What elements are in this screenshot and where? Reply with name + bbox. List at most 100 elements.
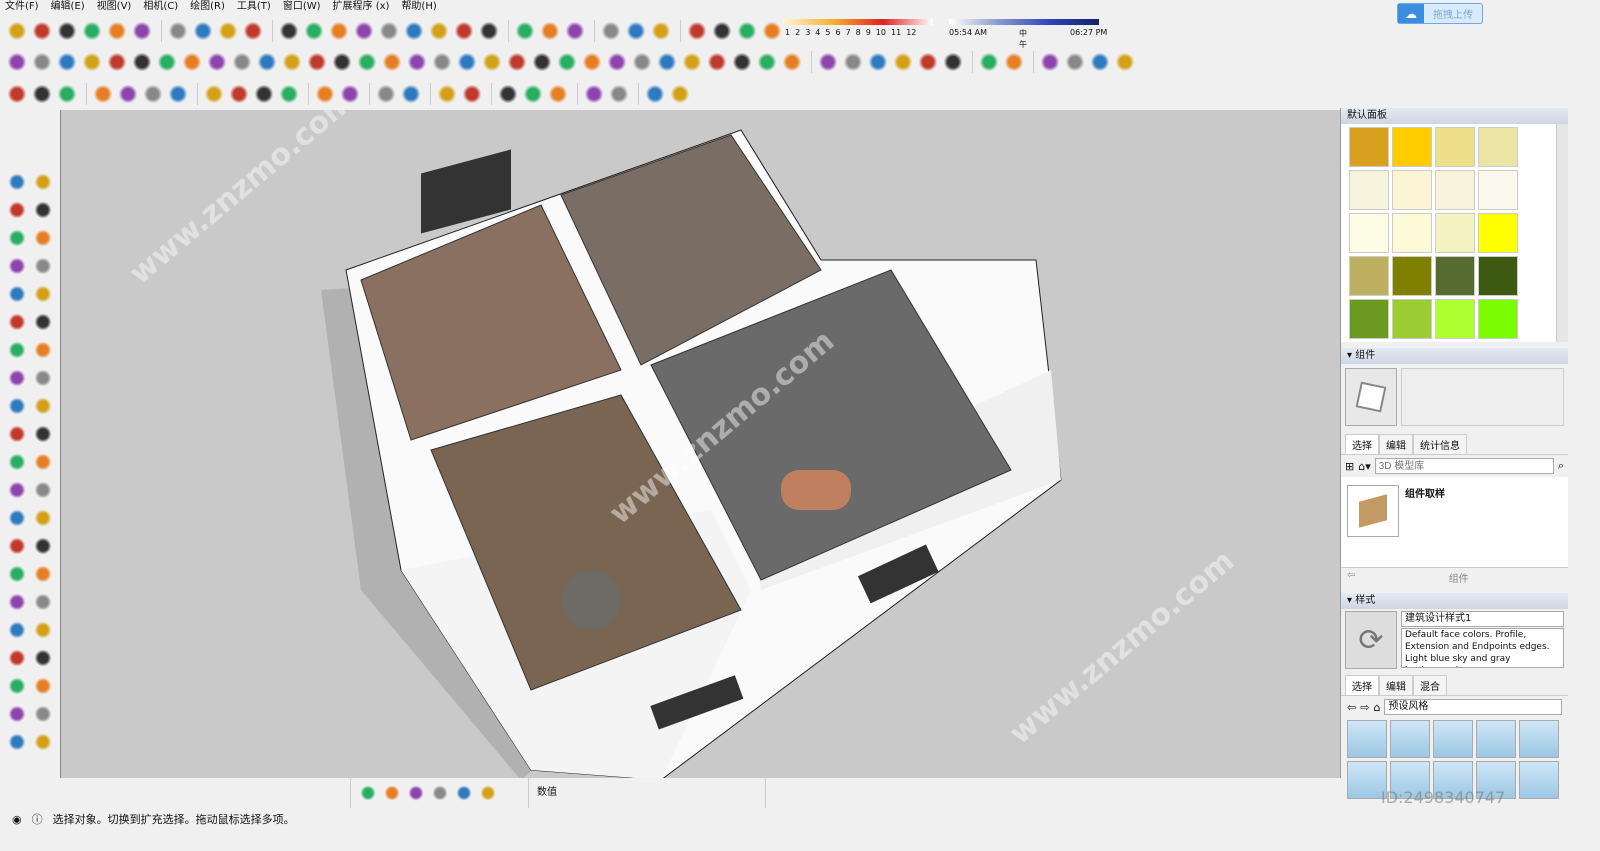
component-search-input[interactable] (1374, 458, 1554, 474)
tool-icon[interactable] (842, 51, 864, 73)
tool-icon[interactable] (383, 784, 401, 802)
tool-icon[interactable] (942, 51, 964, 73)
tab-edit[interactable]: 编辑 (1379, 675, 1413, 695)
tool-icon[interactable] (892, 51, 914, 73)
tool-icon[interactable] (478, 20, 500, 42)
color-swatch[interactable] (1435, 127, 1475, 167)
tool-icon[interactable] (522, 83, 544, 105)
color-swatch[interactable] (1435, 170, 1475, 210)
tool-icon[interactable] (106, 20, 128, 42)
tool-icon[interactable] (455, 784, 473, 802)
tool-icon[interactable] (428, 20, 450, 42)
style-description[interactable]: Default face colors. Profile, Extension … (1401, 628, 1564, 668)
color-swatch[interactable] (1392, 299, 1432, 339)
tool-icon[interactable] (756, 51, 778, 73)
tab-statistics[interactable]: 统计信息 (1413, 434, 1467, 454)
tool-icon[interactable] (353, 20, 375, 42)
tool-icon[interactable] (356, 51, 378, 73)
tool-icon[interactable] (33, 648, 53, 668)
menu-item[interactable]: 文件(F) (0, 0, 46, 14)
tool-icon[interactable] (7, 676, 27, 696)
tool-icon[interactable] (306, 51, 328, 73)
tool-icon[interactable] (117, 83, 139, 105)
tool-icon[interactable] (33, 564, 53, 584)
tool-icon[interactable] (56, 51, 78, 73)
style-thumbnail[interactable] (1519, 761, 1559, 799)
tool-icon[interactable] (7, 228, 27, 248)
tool-icon[interactable] (431, 51, 453, 73)
styles-panel-header[interactable]: ▾ 样式 (1341, 593, 1568, 609)
menu-item[interactable]: 扩展程序 (x) (328, 0, 397, 14)
materials-panel-title[interactable]: 默认面板 (1341, 108, 1568, 124)
tool-icon[interactable] (303, 20, 325, 42)
tool-icon[interactable] (375, 83, 397, 105)
color-swatch[interactable] (1349, 256, 1389, 296)
style-thumbnail[interactable] (1433, 720, 1473, 758)
tool-icon[interactable] (33, 228, 53, 248)
tool-icon[interactable] (314, 83, 336, 105)
tool-icon[interactable] (506, 51, 528, 73)
tool-icon[interactable] (33, 368, 53, 388)
tool-icon[interactable] (81, 20, 103, 42)
tool-icon[interactable] (7, 452, 27, 472)
tool-icon[interactable] (253, 83, 275, 105)
tool-icon[interactable] (407, 784, 425, 802)
tool-icon[interactable] (7, 284, 27, 304)
tool-icon[interactable] (403, 20, 425, 42)
tool-icon[interactable] (106, 51, 128, 73)
tool-icon[interactable] (6, 20, 28, 42)
tab-edit[interactable]: 编辑 (1379, 434, 1413, 454)
upload-button[interactable]: ☁ 拖拽上传 (1397, 3, 1483, 24)
tool-icon[interactable] (7, 200, 27, 220)
tool-icon[interactable] (681, 51, 703, 73)
tool-icon[interactable] (33, 284, 53, 304)
tool-icon[interactable] (556, 51, 578, 73)
tool-icon[interactable] (7, 592, 27, 612)
geo-icon[interactable]: ◉ (12, 808, 22, 832)
tool-icon[interactable] (436, 83, 458, 105)
tool-icon[interactable] (33, 704, 53, 724)
color-swatch[interactable] (1435, 213, 1475, 253)
tool-icon[interactable] (31, 51, 53, 73)
tool-icon[interactable] (686, 20, 708, 42)
tool-icon[interactable] (669, 83, 691, 105)
menu-item[interactable]: 帮助(H) (396, 0, 443, 14)
tool-icon[interactable] (7, 312, 27, 332)
tool-icon[interactable] (33, 676, 53, 696)
color-swatch[interactable] (1349, 213, 1389, 253)
tool-icon[interactable] (33, 200, 53, 220)
tool-icon[interactable] (203, 83, 225, 105)
tool-icon[interactable] (33, 312, 53, 332)
tool-icon[interactable] (539, 20, 561, 42)
tool-icon[interactable] (650, 20, 672, 42)
info-icon[interactable]: ⓘ (32, 808, 43, 832)
tool-icon[interactable] (7, 340, 27, 360)
tool-icon[interactable] (281, 51, 303, 73)
tool-icon[interactable] (33, 452, 53, 472)
tool-icon[interactable] (1089, 51, 1111, 73)
style-thumbnail[interactable] (1519, 720, 1559, 758)
tool-icon[interactable] (656, 51, 678, 73)
folder-icon[interactable] (1347, 485, 1399, 537)
month-slider[interactable] (783, 19, 933, 25)
time-slider[interactable] (949, 19, 1099, 25)
tool-icon[interactable] (33, 592, 53, 612)
tool-icon[interactable] (7, 648, 27, 668)
tool-icon[interactable] (33, 172, 53, 192)
tool-icon[interactable] (131, 20, 153, 42)
tool-icon[interactable] (531, 51, 553, 73)
tool-icon[interactable] (33, 396, 53, 416)
tool-icon[interactable] (625, 20, 647, 42)
tool-icon[interactable] (7, 172, 27, 192)
tool-icon[interactable] (547, 83, 569, 105)
tool-icon[interactable] (167, 20, 189, 42)
menu-item[interactable]: 绘图(R) (185, 0, 232, 14)
menu-item[interactable]: 编辑(E) (46, 0, 92, 14)
tool-icon[interactable] (817, 51, 839, 73)
tool-icon[interactable] (1114, 51, 1136, 73)
tool-icon[interactable] (33, 256, 53, 276)
tool-icon[interactable] (978, 51, 1000, 73)
tool-icon[interactable] (461, 83, 483, 105)
tool-icon[interactable] (6, 83, 28, 105)
color-swatch[interactable] (1435, 299, 1475, 339)
